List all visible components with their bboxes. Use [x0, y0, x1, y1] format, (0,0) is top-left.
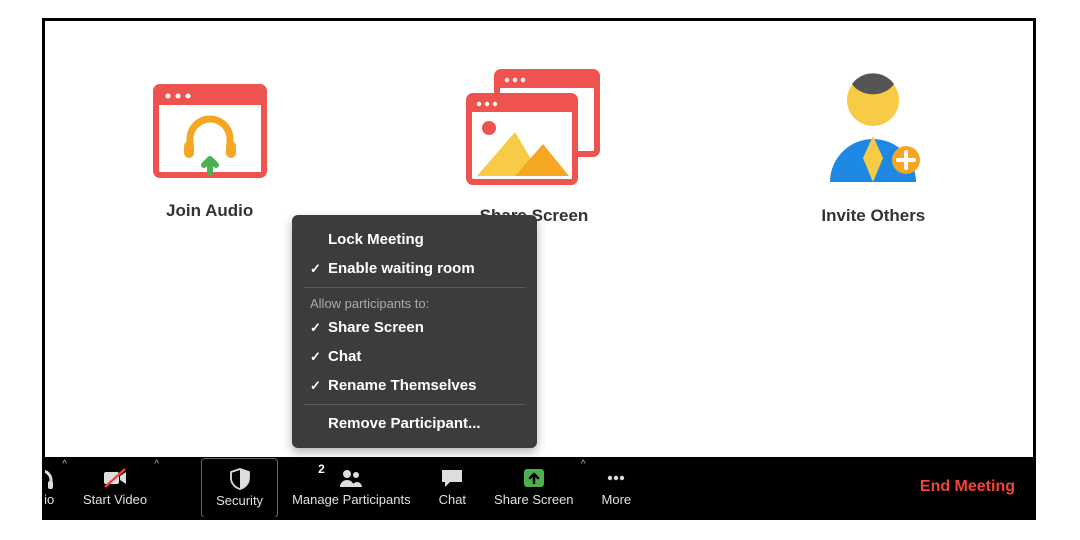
main-tiles: Join Audio Share Screen [45, 81, 1033, 226]
divider [304, 287, 525, 288]
chat-icon [439, 467, 465, 489]
chevron-up-icon[interactable]: ^ [154, 459, 159, 470]
invite-others-icon [818, 66, 928, 186]
chevron-up-icon[interactable]: ^ [62, 459, 67, 470]
toolbar-label: Share Screen [494, 492, 574, 507]
headphones-icon [42, 467, 55, 489]
security-menu: Lock Meeting ✓ Enable waiting room Allow… [292, 215, 537, 448]
chat-button[interactable]: Chat [425, 457, 480, 517]
menu-item-remove-participant[interactable]: Remove Participant... [292, 409, 537, 438]
more-button[interactable]: More [588, 457, 646, 517]
audio-button[interactable]: ^ udio [42, 457, 69, 517]
menu-item-allow-share[interactable]: ✓ Share Screen [292, 313, 537, 342]
menu-item-label: Chat [328, 348, 361, 365]
shield-icon [227, 468, 253, 490]
allow-participants-header: Allow participants to: [292, 292, 537, 313]
check-icon: ✓ [310, 320, 328, 336]
menu-item-label: Rename Themselves [328, 377, 476, 394]
ellipsis-icon [603, 467, 629, 489]
check-icon: ✓ [310, 261, 328, 277]
meeting-window: Join Audio Share Screen [42, 18, 1036, 520]
share-screen-tile[interactable]: Share Screen [459, 81, 609, 226]
divider [304, 404, 525, 405]
toolbar-label: Manage Participants [292, 492, 411, 507]
menu-item-label: Enable waiting room [328, 260, 475, 277]
menu-item-lock-meeting[interactable]: Lock Meeting [292, 225, 537, 254]
menu-item-label: Lock Meeting [328, 231, 424, 248]
toolbar-label: Security [216, 493, 263, 508]
menu-item-allow-rename[interactable]: ✓ Rename Themselves [292, 371, 537, 400]
share-icon [521, 467, 547, 489]
start-video-button[interactable]: ^ Start Video [69, 457, 161, 517]
check-icon: ✓ [310, 349, 328, 365]
join-audio-label: Join Audio [150, 201, 270, 221]
end-meeting-button[interactable]: End Meeting [920, 478, 1015, 496]
manage-participants-button[interactable]: 2 Manage Participants [278, 457, 425, 517]
video-off-icon [102, 467, 128, 489]
check-icon: ✓ [310, 378, 328, 394]
security-button[interactable]: Security [201, 458, 278, 518]
menu-item-waiting-room[interactable]: ✓ Enable waiting room [292, 254, 537, 283]
toolbar: ^ udio ^ Start Video Security 2 Manage P… [45, 457, 1033, 517]
chevron-up-icon[interactable]: ^ [581, 459, 586, 470]
participants-icon [338, 467, 364, 489]
invite-others-tile[interactable]: Invite Others [818, 81, 928, 226]
invite-others-label: Invite Others [818, 206, 928, 226]
toolbar-label: Chat [439, 492, 466, 507]
join-audio-tile[interactable]: Join Audio [150, 81, 270, 226]
toolbar-label: udio [42, 492, 54, 507]
menu-item-allow-chat[interactable]: ✓ Chat [292, 342, 537, 371]
join-audio-icon [150, 81, 270, 181]
toolbar-label: More [602, 492, 632, 507]
menu-item-label: Share Screen [328, 319, 424, 336]
participant-count-badge: 2 [318, 462, 325, 476]
share-screen-icon [459, 66, 609, 186]
share-screen-button[interactable]: ^ Share Screen [480, 457, 588, 517]
menu-item-label: Remove Participant... [328, 415, 481, 432]
toolbar-label: Start Video [83, 492, 147, 507]
